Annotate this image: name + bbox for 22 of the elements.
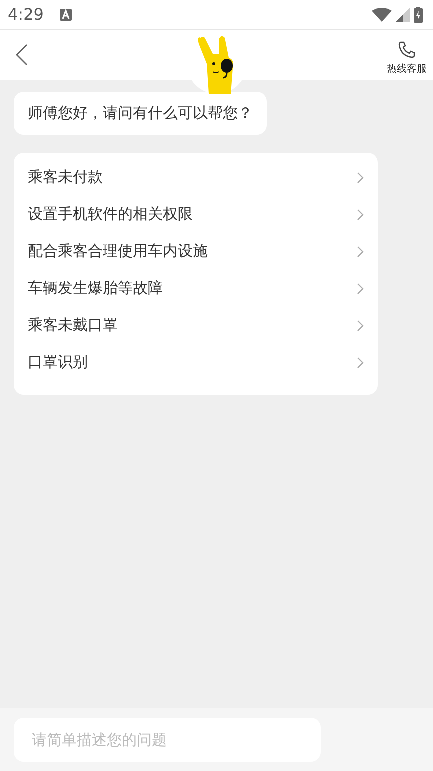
hotline-button[interactable]: 热线客服 bbox=[387, 34, 427, 76]
question-item[interactable]: 口罩识别 bbox=[28, 344, 364, 381]
chevron-icon bbox=[357, 172, 364, 184]
battery-icon bbox=[414, 6, 423, 22]
status-time: 4:29 bbox=[8, 5, 44, 24]
chevron-icon bbox=[357, 320, 364, 332]
chevron-icon bbox=[357, 246, 364, 258]
question-item[interactable]: 配合乘客合理使用车内设施 bbox=[28, 233, 364, 270]
chevron-icon bbox=[357, 282, 364, 294]
question-item[interactable]: 乘客未戴口罩 bbox=[28, 307, 364, 344]
question-item[interactable]: 车辆发生爆胎等故障 bbox=[28, 270, 364, 307]
question-item[interactable]: 乘客未付款 bbox=[28, 159, 364, 196]
greeting-message: 师傅您好，请问有什么可以帮您？ bbox=[14, 92, 267, 135]
phone-icon bbox=[398, 40, 416, 58]
back-icon[interactable] bbox=[16, 44, 28, 66]
signal-icon bbox=[396, 8, 410, 22]
chevron-icon bbox=[357, 356, 364, 368]
wifi-icon bbox=[372, 8, 392, 22]
question-input[interactable]: 请简单描述您的问题 bbox=[14, 718, 321, 762]
notification-icon bbox=[60, 8, 72, 20]
question-item[interactable]: 设置手机软件的相关权限 bbox=[28, 196, 364, 233]
chevron-icon bbox=[357, 208, 364, 220]
